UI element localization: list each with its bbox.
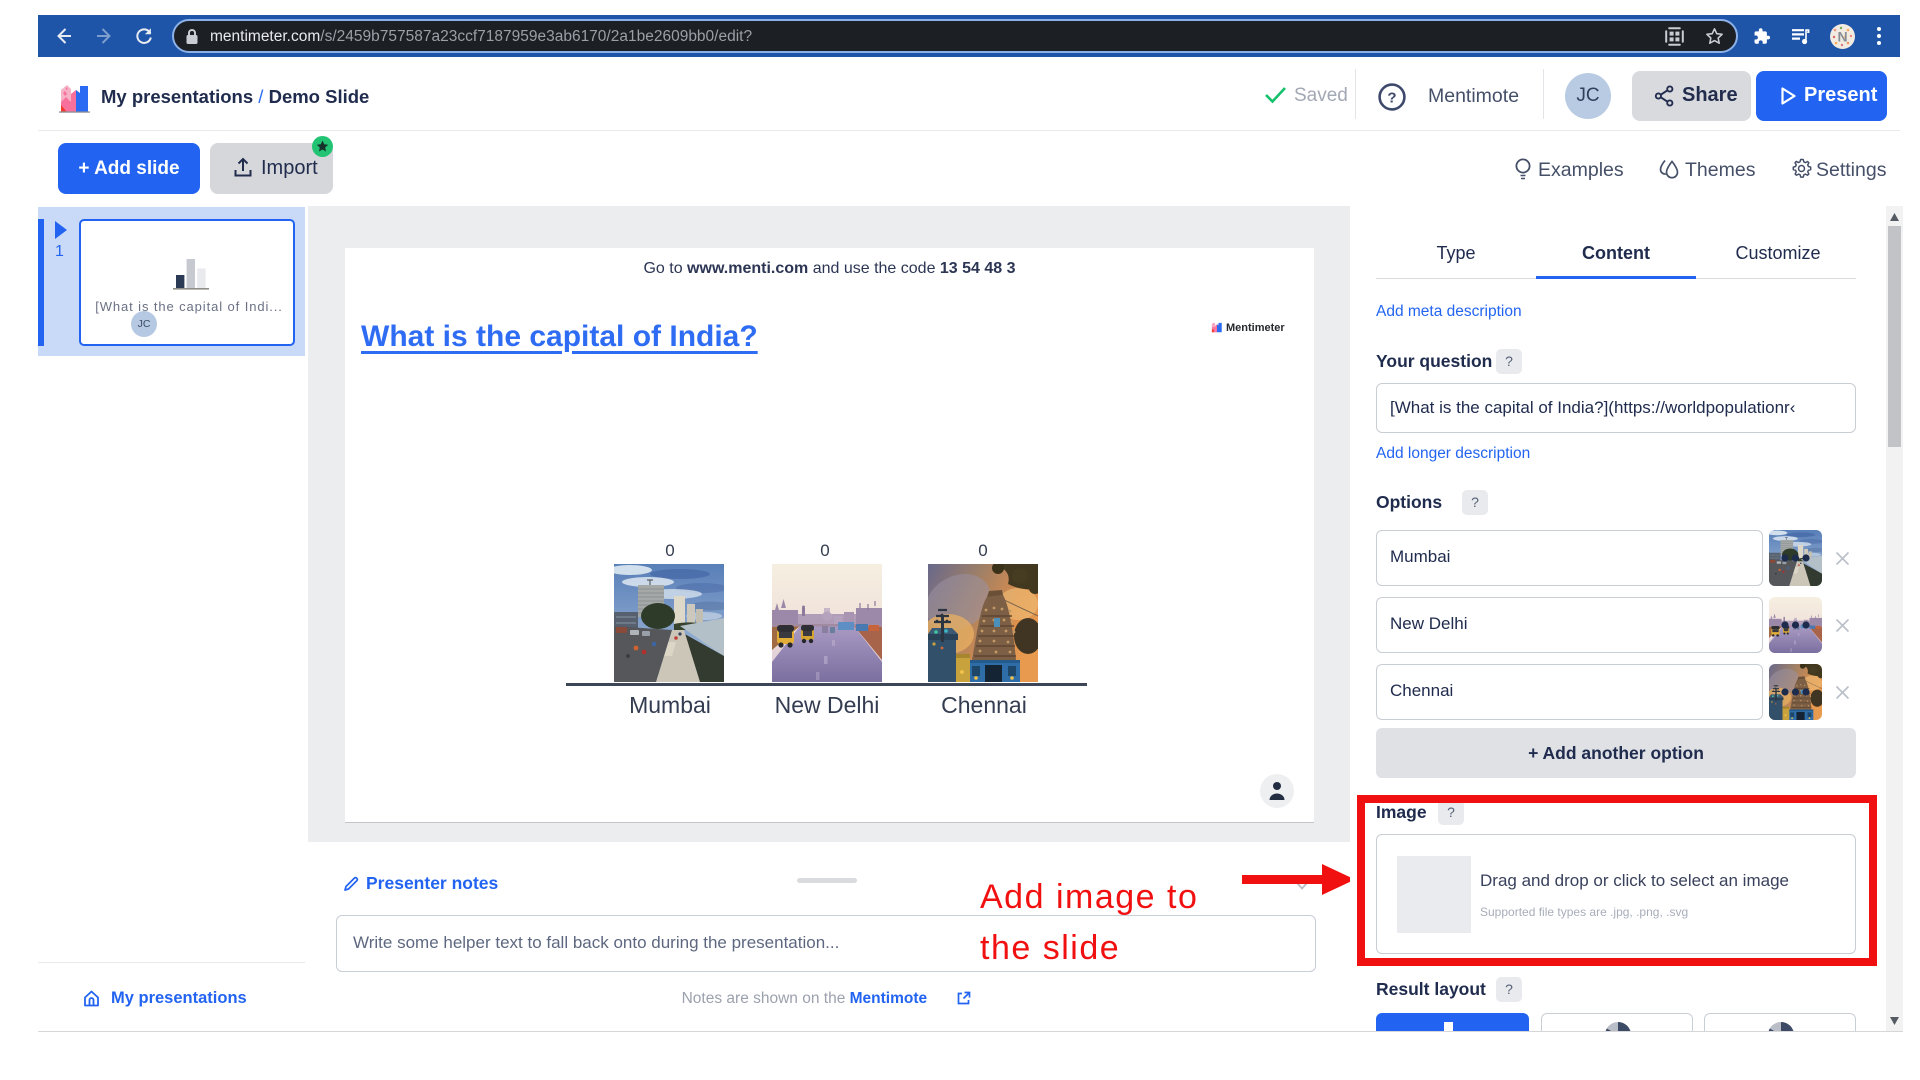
svg-text:?: ? xyxy=(1387,90,1396,107)
svg-text:N: N xyxy=(1837,29,1847,45)
